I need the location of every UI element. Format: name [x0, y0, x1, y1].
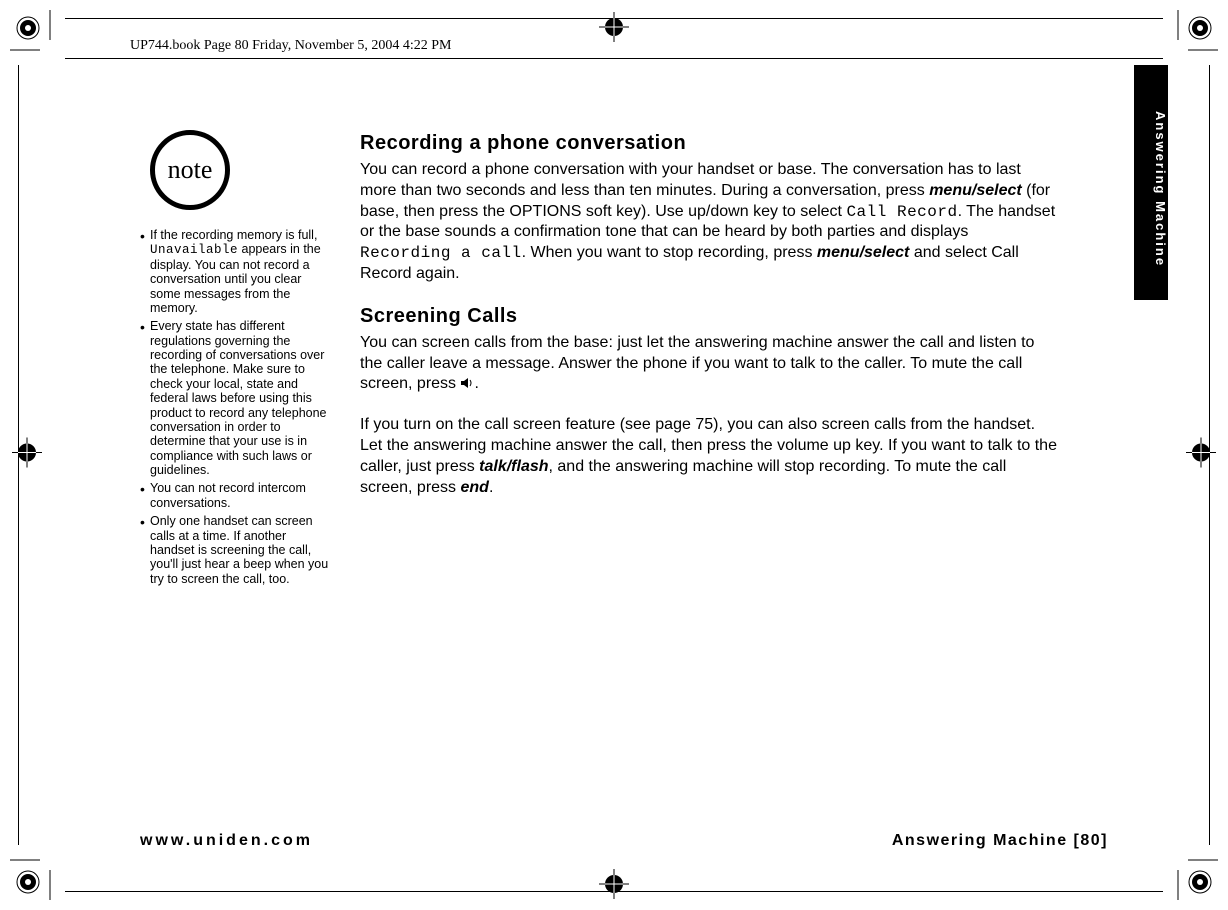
key-label: end: [460, 479, 488, 496]
page-footer: www.uniden.com Answering Machine [80]: [140, 832, 1108, 850]
body-paragraph: If you turn on the call screen feature (…: [360, 415, 1060, 498]
key-label: menu/select: [929, 182, 1021, 199]
body-text: You can record a phone conversation with…: [360, 161, 1021, 199]
registration-mark-left-icon: [12, 438, 42, 473]
crop-mark-top-left-icon: [10, 10, 60, 60]
body-text: . When you want to stop recording, press: [522, 244, 817, 261]
section-heading: Screening Calls: [360, 303, 1060, 329]
body-text: .: [474, 375, 478, 392]
crop-mark-bottom-right-icon: [1168, 850, 1218, 900]
speaker-icon: [460, 376, 474, 397]
registration-mark-top-icon: [599, 12, 629, 47]
note-item: Every state has different regulations go…: [140, 319, 330, 477]
registration-mark-right-icon: [1186, 438, 1216, 473]
note-item: You can not record intercom conversation…: [140, 481, 330, 510]
lcd-text: Unavailable: [150, 243, 238, 257]
registration-mark-bottom-icon: [599, 869, 629, 904]
body-paragraph: You can record a phone conversation with…: [360, 160, 1060, 285]
main-column: Recording a phone conversation You can r…: [360, 130, 1060, 590]
footer-url: www.uniden.com: [140, 832, 313, 850]
key-label: talk/flash: [479, 458, 548, 475]
crop-mark-bottom-left-icon: [10, 850, 60, 900]
note-item: Only one handset can screen calls at a t…: [140, 514, 330, 586]
footer-page-label: Answering Machine [80]: [892, 832, 1108, 850]
note-text: If the recording memory is full,: [150, 228, 317, 242]
content-area: note If the recording memory is full, Un…: [140, 130, 1060, 590]
note-list: If the recording memory is full, Unavail…: [140, 228, 330, 586]
lcd-text: Recording a call: [360, 244, 522, 262]
body-text: .: [489, 479, 493, 496]
header-rule: [65, 58, 1163, 59]
note-item: If the recording memory is full, Unavail…: [140, 228, 330, 315]
section-tab: Answering Machine: [1134, 65, 1168, 300]
note-column: note If the recording memory is full, Un…: [140, 130, 330, 590]
page-header: UP744.book Page 80 Friday, November 5, 2…: [130, 38, 451, 54]
body-paragraph: You can screen calls from the base: just…: [360, 333, 1060, 397]
lcd-text: Call Record: [846, 203, 957, 221]
crop-mark-top-right-icon: [1168, 10, 1218, 60]
key-label: menu/select: [817, 244, 909, 261]
section-heading: Recording a phone conversation: [360, 130, 1060, 156]
note-badge-icon: note: [150, 130, 230, 210]
